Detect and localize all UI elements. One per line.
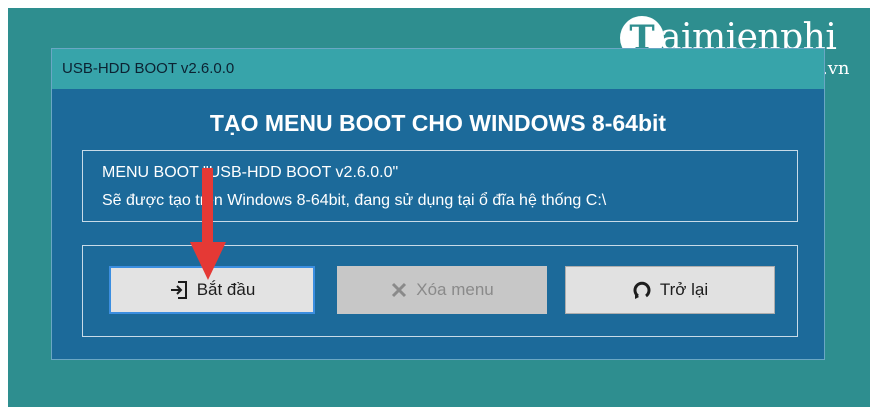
dialog-window: USB-HDD BOOT v2.6.0.0 TẠO MENU BOOT CHO … [51,48,825,360]
refresh-icon [632,280,652,300]
title-bar[interactable]: USB-HDD BOOT v2.6.0.0 [52,49,824,89]
x-icon [390,281,408,299]
back-button[interactable]: Trở lại [565,266,775,314]
red-down-arrow-annotation [190,168,226,280]
logo-domain-text: .vn [822,58,850,79]
info-line-description: Sẽ được tạo trên Windows 8-64bit, đang s… [102,192,607,209]
dialog-heading: TẠO MENU BOOT CHO WINDOWS 8-64bit [209,110,667,136]
delete-menu-button[interactable]: Xóa menu [337,266,547,314]
delete-menu-button-label: Xóa menu [416,280,494,299]
back-button-label: Trở lại [659,280,709,299]
info-line-menu: MENU BOOT "USB-HDD BOOT v2.6.0.0" [102,164,399,181]
window-title: USB-HDD BOOT v2.6.0.0 [62,60,235,77]
sign-in-icon [169,280,189,300]
